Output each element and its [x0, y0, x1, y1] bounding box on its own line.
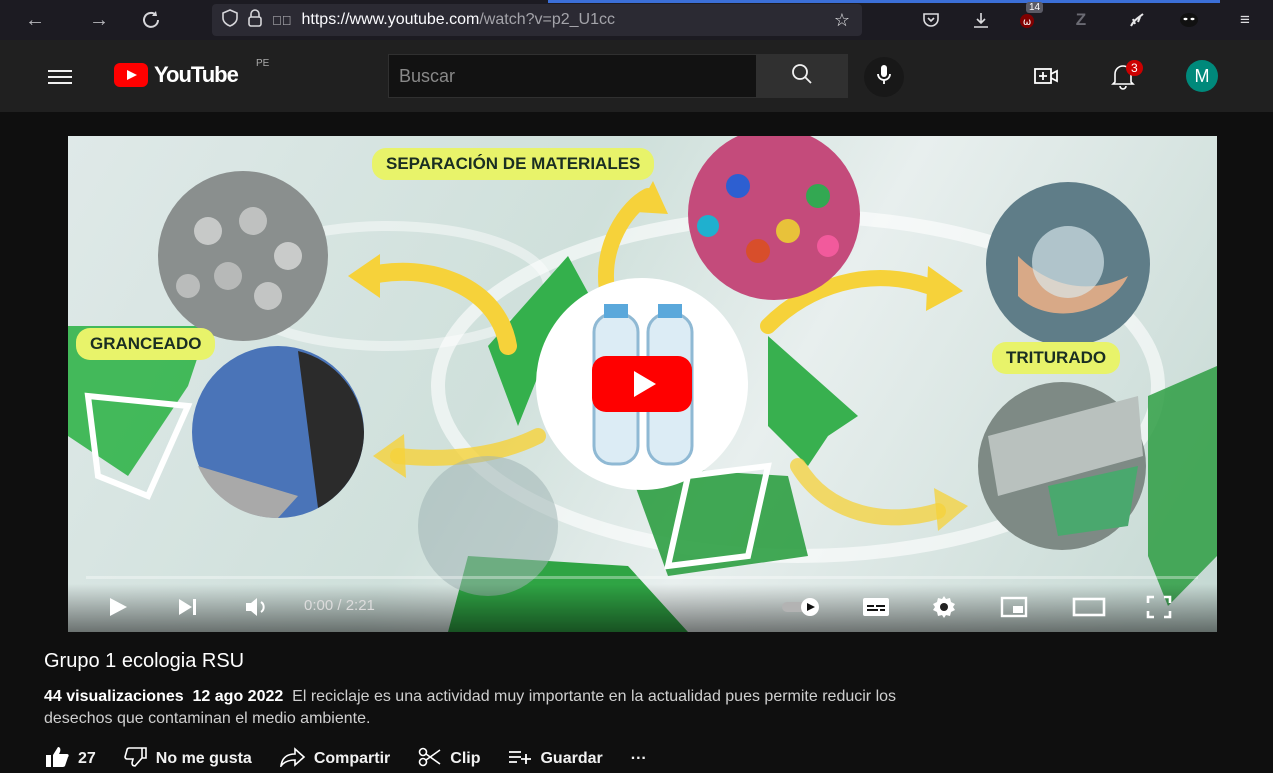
youtube-play-logo-icon: [114, 63, 148, 87]
guide-menu-icon[interactable]: [48, 70, 72, 84]
share-button[interactable]: Compartir: [279, 746, 391, 772]
miniplayer-icon[interactable]: [1000, 592, 1028, 622]
mask-extension-icon[interactable]: [1176, 8, 1202, 32]
thumbs-up-icon: [44, 746, 70, 773]
browser-toolbar: ← → ⚯⃠ https://www.youtube.com/watch?v=p…: [0, 0, 1273, 40]
next-icon[interactable]: [176, 592, 200, 622]
playlist-add-icon: [508, 748, 532, 771]
thumbs-down-icon: [123, 746, 148, 773]
reload-icon[interactable]: [136, 5, 166, 35]
url-bar[interactable]: ⚯⃠ https://www.youtube.com/watch?v=p2_U1…: [212, 4, 862, 36]
create-video-icon[interactable]: [1034, 66, 1058, 86]
more-actions-button[interactable]: ···: [631, 750, 647, 768]
shield-icon[interactable]: [222, 8, 238, 32]
dislike-button[interactable]: No me gusta: [123, 746, 252, 773]
save-label: Guardar: [540, 750, 603, 767]
clip-label: Clip: [450, 750, 481, 767]
url-text[interactable]: https://www.youtube.com/watch?v=p2_U1cc: [302, 11, 757, 29]
notification-count: 3: [1126, 60, 1143, 76]
volume-icon[interactable]: [244, 592, 270, 622]
region-code: PE: [256, 58, 270, 69]
settings-gear-icon[interactable]: [932, 592, 956, 622]
more-dots-icon: ···: [630, 750, 647, 767]
bookmark-star-icon[interactable]: ☆: [834, 10, 850, 31]
extension-paw-icon[interactable]: [1124, 8, 1150, 32]
extension-badge: 14: [1026, 2, 1044, 13]
forward-icon[interactable]: →: [84, 5, 114, 35]
subtitles-icon[interactable]: [862, 592, 890, 622]
search-button[interactable]: [756, 54, 848, 98]
upload-date: 12 ago 2022: [192, 688, 284, 705]
theater-mode-icon[interactable]: [1072, 592, 1106, 622]
clip-button[interactable]: Clip: [418, 747, 480, 772]
svg-text:ω: ω: [1023, 17, 1031, 28]
save-button[interactable]: Guardar: [508, 748, 603, 771]
share-arrow-icon: [279, 746, 306, 772]
label-granceado: GRANCEADO: [76, 328, 216, 360]
download-icon[interactable]: [968, 8, 994, 32]
play-icon[interactable]: [106, 592, 130, 622]
zotero-icon[interactable]: Z: [1068, 8, 1094, 32]
progress-bar[interactable]: [86, 576, 1198, 579]
share-label: Compartir: [313, 750, 391, 767]
pocket-icon[interactable]: [918, 8, 944, 32]
label-triturado: TRITURADO: [992, 342, 1121, 374]
avatar-initial: M: [1186, 60, 1218, 92]
video-player[interactable]: SEPARACIÓN DE MATERIALES GRANCEADO TRITU…: [68, 136, 1217, 632]
permissions-icon[interactable]: ⚯⃠: [272, 13, 292, 28]
link-highlight: [548, 0, 1220, 3]
label-separacion: SEPARACIÓN DE MATERIALES: [372, 148, 655, 180]
large-play-button[interactable]: [592, 356, 692, 412]
back-icon[interactable]: ←: [20, 5, 50, 35]
like-button[interactable]: 27: [44, 746, 96, 773]
browser-menu-icon[interactable]: ≡: [1232, 8, 1258, 32]
time-display: 0:00 / 2:21: [304, 597, 375, 614]
search-input[interactable]: Buscar: [388, 54, 756, 98]
video-description[interactable]: 44 visualizaciones 12 ago 2022 El recicl…: [44, 686, 924, 730]
lock-icon[interactable]: [248, 8, 262, 32]
avatar[interactable]: M: [1186, 60, 1234, 92]
dislike-label: No me gusta: [155, 750, 252, 767]
player-controls: 0:00 / 2:21: [68, 584, 1217, 632]
voice-search-button[interactable]: [864, 57, 904, 97]
autoplay-toggle[interactable]: [780, 592, 824, 622]
microphone-icon: [876, 64, 892, 91]
logo-wordmark: YouTube: [154, 62, 239, 87]
action-bar: 27 No me gusta Compartir Clip Guardar ··…: [44, 746, 675, 773]
video-title: Grupo 1 ecologia RSU: [44, 650, 245, 672]
search-icon: [791, 63, 813, 90]
view-count: 44 visualizaciones: [44, 688, 184, 705]
youtube-logo[interactable]: YouTube PE: [114, 58, 269, 88]
like-count: 27: [78, 750, 96, 767]
fullscreen-icon[interactable]: [1146, 592, 1172, 622]
youtube-header: YouTube PE Buscar 3 M: [0, 40, 1273, 112]
scissors-icon: [418, 747, 442, 772]
